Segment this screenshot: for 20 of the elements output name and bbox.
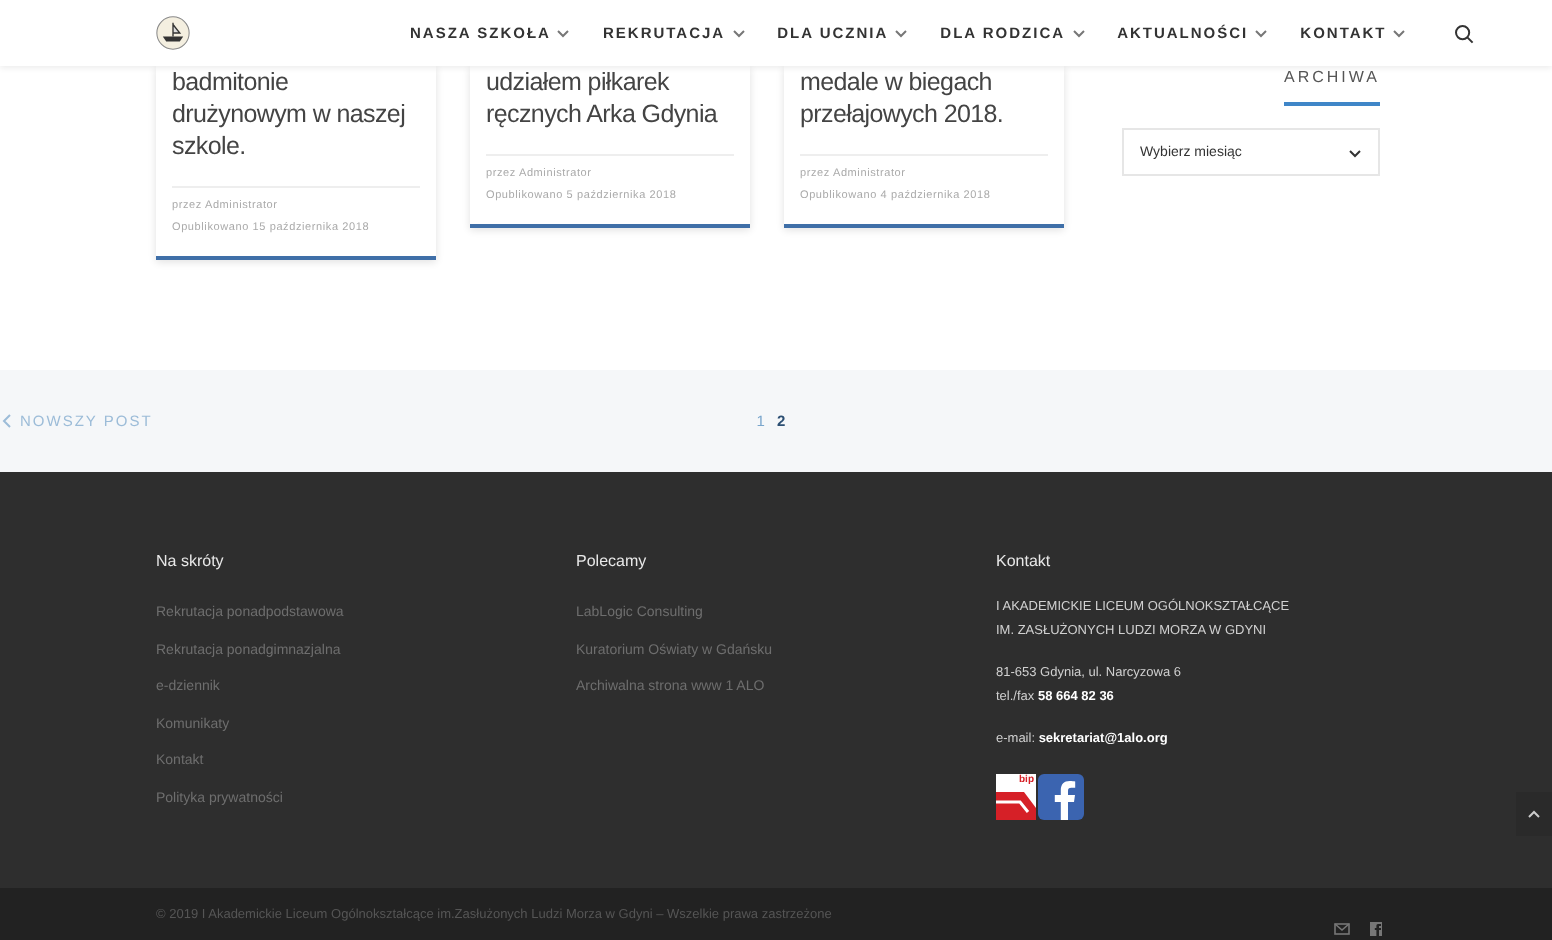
caret-icon — [731, 28, 746, 38]
search-icon[interactable] — [1454, 23, 1475, 43]
footer-heading: Na skróty — [156, 552, 226, 570]
footer-heading: Polecamy — [576, 552, 649, 570]
chevron-up-icon — [1528, 810, 1540, 818]
mail-icon[interactable] — [1334, 921, 1350, 935]
chevron-left-icon — [2, 414, 12, 428]
post-title[interactable]: badmitonie drużynowym w naszej szkole. — [172, 66, 420, 162]
caret-icon — [1392, 28, 1407, 38]
caret-icon — [1071, 28, 1086, 38]
caret-icon — [556, 28, 571, 38]
school-logo[interactable] — [156, 16, 190, 50]
caret-icon — [1348, 147, 1362, 157]
caret-icon — [1254, 28, 1269, 38]
footer-heading: Kontakt — [996, 552, 1053, 570]
caret-icon — [894, 28, 909, 38]
post-title[interactable]: medale w biegach przełajowych 2018. — [800, 66, 1048, 130]
post-title[interactable]: udziałem piłkarek ręcznych Arka Gdynia — [486, 66, 734, 130]
archive-heading: ARCHIWA — [1284, 68, 1380, 106]
facebook-icon[interactable] — [1038, 773, 1084, 819]
